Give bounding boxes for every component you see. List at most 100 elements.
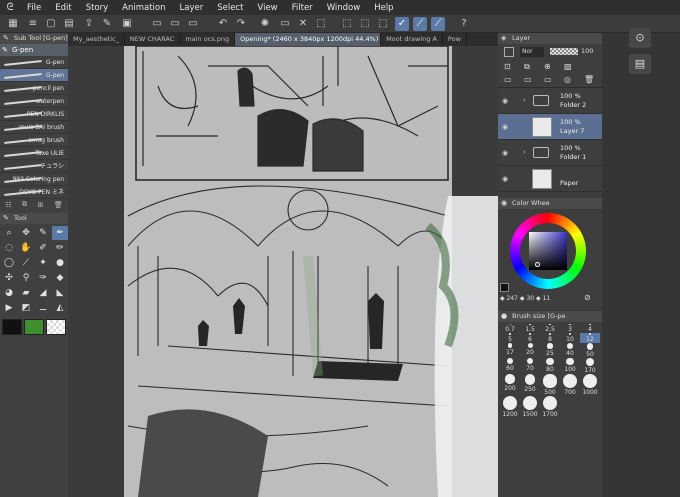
brush-size-option[interactable]: 200: [500, 374, 520, 396]
brush-size-option[interactable]: 170: [580, 357, 600, 374]
color-picker-handle[interactable]: [535, 262, 540, 267]
brush-size-option[interactable]: 20: [520, 343, 540, 357]
text-icon[interactable]: ▶: [1, 301, 17, 315]
main-color-swatch[interactable]: [2, 319, 22, 335]
menu-filter[interactable]: Filter: [285, 3, 320, 13]
redo-icon[interactable]: ↷: [234, 17, 248, 31]
tab-opening[interactable]: Opening* (2460 x 3840px 1200dpi 44.4%): [235, 33, 382, 46]
shape-icon[interactable]: ◣: [52, 286, 68, 300]
move-icon[interactable]: ✥: [18, 226, 34, 240]
eye-icon[interactable]: ◉: [502, 175, 508, 183]
snap-special-ruler-icon[interactable]: ⟋: [413, 17, 427, 31]
menu-story[interactable]: Story: [79, 3, 115, 13]
brush-size-option[interactable]: 10: [560, 333, 580, 343]
current-color-swatch[interactable]: [500, 283, 509, 292]
brush-size-option[interactable]: 70: [520, 357, 540, 375]
brush-size-option[interactable]: 500: [540, 374, 560, 396]
search-icon[interactable]: ⌕: [1, 226, 17, 240]
select-all-icon[interactable]: ⬚: [340, 17, 354, 31]
brush-size-option[interactable]: 3: [560, 324, 580, 333]
brush-size-option[interactable]: 60: [500, 357, 520, 375]
menu-view[interactable]: View: [250, 3, 284, 13]
pin-icon[interactable]: ⚲: [18, 271, 34, 285]
material-icon[interactable]: ▤: [629, 54, 651, 74]
brush-size-option[interactable]: 40: [560, 343, 580, 357]
clip-icon[interactable]: ⧉: [524, 62, 530, 72]
hand-icon[interactable]: ✋: [18, 241, 34, 255]
brush-size-option[interactable]: 0.7: [500, 324, 520, 333]
brush-size-option[interactable]: 1.5: [520, 324, 540, 333]
brush-item[interactable]: G-pen: [0, 56, 68, 69]
layer-row[interactable]: ◉ › 100 % Folder 2: [498, 88, 602, 114]
brush-size-option[interactable]: 6: [520, 333, 540, 343]
brush-item[interactable]: PEN DIRKLIS: [0, 108, 68, 121]
layout-icon[interactable]: ▦: [6, 17, 20, 31]
brush-size-option[interactable]: 4: [580, 324, 600, 333]
brush-item[interactable]: Taxe ULIE: [0, 147, 68, 160]
lasso-icon[interactable]: ◌: [1, 241, 17, 255]
gradient-icon[interactable]: ▰: [18, 286, 34, 300]
tab-main-ocs[interactable]: main ocs.png: [180, 33, 236, 46]
ref-layer-icon[interactable]: ⊕: [544, 62, 551, 71]
brush-item[interactable]: チュラシ: [0, 160, 68, 173]
menu-help[interactable]: Help: [367, 3, 400, 13]
oval-select-icon[interactable]: ◯: [1, 256, 17, 270]
brush-icon[interactable]: ✐: [35, 241, 51, 255]
brush-size-option[interactable]: 2.5: [540, 324, 560, 333]
menu-layer[interactable]: Layer: [173, 3, 211, 13]
export-icon[interactable]: ▭: [186, 17, 200, 31]
brush-size-option[interactable]: 17: [500, 343, 520, 357]
reference-icon[interactable]: ▣: [120, 17, 134, 31]
layer-color-icon[interactable]: [504, 47, 514, 57]
eraser-icon[interactable]: ◆: [52, 271, 68, 285]
move-layer-icon[interactable]: ✣: [1, 271, 17, 285]
chevron-icon[interactable]: ›: [523, 148, 526, 156]
layer-row[interactable]: ◉ 100 % Layer 7: [498, 114, 602, 140]
brush-item[interactable]: waterpen: [0, 95, 68, 108]
new-canvas-icon[interactable]: ▢: [44, 17, 58, 31]
save-icon[interactable]: ▭: [150, 17, 164, 31]
transform-icon[interactable]: ⬚: [314, 17, 328, 31]
clear-icon[interactable]: ✕: [296, 17, 310, 31]
chevron-icon[interactable]: ›: [523, 96, 526, 104]
mask-icon[interactable]: ◎: [564, 75, 571, 84]
fill-screen-icon[interactable]: ▭: [278, 17, 292, 31]
tab-my-aesthetic[interactable]: My_aesthetic_: [68, 33, 125, 46]
brush-size-option[interactable]: 80: [540, 357, 560, 375]
tab-pow[interactable]: Pow: [443, 33, 467, 46]
brush-size-option[interactable]: 100: [560, 357, 580, 375]
draft-layer-icon[interactable]: ▧: [564, 62, 572, 71]
pen-nib-icon[interactable]: ✑: [35, 271, 51, 285]
fill-icon[interactable]: ◕: [1, 286, 17, 300]
vector-icon[interactable]: ◭: [52, 301, 68, 315]
brush-size-option[interactable]: 50: [580, 343, 600, 358]
brush-item[interactable]: 993 Coloring pen: [0, 173, 68, 186]
brush-size-option[interactable]: 1700: [540, 396, 560, 418]
brush-item[interactable]: pencil pen: [0, 82, 68, 95]
brush-size-option[interactable]: 1000: [580, 374, 600, 396]
menu-animation[interactable]: Animation: [115, 3, 172, 13]
brush-size-option[interactable]: 1500: [520, 396, 540, 418]
snap-grid-icon[interactable]: ⟋: [431, 17, 445, 31]
new-raster-icon[interactable]: ▭: [504, 75, 512, 84]
opacity-slider[interactable]: [550, 48, 578, 55]
delete-layer-icon[interactable]: 🗑: [584, 75, 594, 84]
brush-size-option[interactable]: 250: [520, 374, 540, 396]
help-icon[interactable]: ?: [457, 17, 471, 31]
color-mode-icon[interactable]: ⊘: [584, 293, 591, 302]
tab-moot-drawing[interactable]: Moot drawing A: [381, 33, 443, 46]
folder-icon[interactable]: ▭: [168, 17, 182, 31]
ruler-icon[interactable]: ◢: [35, 286, 51, 300]
layer-row[interactable]: ◉ › 100 % Folder 1: [498, 140, 602, 166]
brush-item[interactable]: smog brush: [0, 134, 68, 147]
eye-icon[interactable]: ◉: [502, 123, 508, 131]
line-icon[interactable]: ⚊: [35, 301, 51, 315]
brush-size-option[interactable]: 5: [500, 333, 520, 343]
snap-ruler-icon[interactable]: ✓: [395, 17, 409, 31]
edit-canvas-icon[interactable]: ✎: [100, 17, 114, 31]
settings-icon[interactable]: ☷: [5, 201, 11, 209]
share-icon[interactable]: ⇪: [82, 17, 96, 31]
menu-edit[interactable]: Edit: [48, 3, 78, 13]
app-logo-icon[interactable]: ᘓ: [0, 2, 20, 13]
current-subtool[interactable]: ✎ G-pen: [0, 44, 68, 56]
